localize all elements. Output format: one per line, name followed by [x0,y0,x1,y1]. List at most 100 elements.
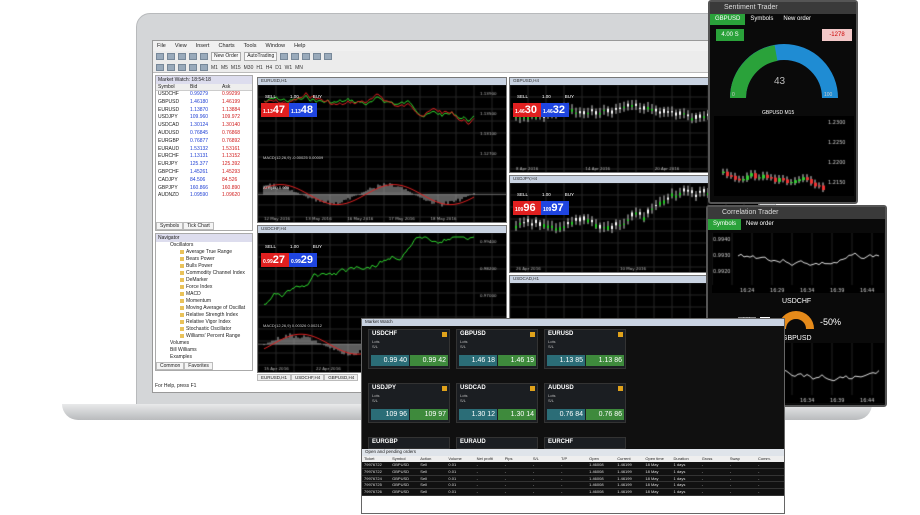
terminal-icon[interactable] [200,53,208,60]
tab-symbols[interactable]: Symbols [156,222,184,230]
tf-m30[interactable]: M30 [244,65,254,71]
menu-view[interactable]: View [175,43,187,49]
tf-m15[interactable]: M15 [231,65,241,71]
order-row[interactable]: 79976724 GBPUSD Sell 0.01 - - - - 1.46008 1.46199… [362,475,784,483]
tf-m5[interactable]: M5 [221,65,228,71]
sell-button[interactable]: 0.9927 [261,253,289,267]
sell-button[interactable]: 1.4630 [513,103,541,117]
buy-quote-button[interactable]: 1.30 14 [498,409,536,420]
quote-tile[interactable]: GBPUSD Lots S/L 1.46 18 1.46 19 [456,329,538,369]
sentiment-chart[interactable] [714,116,854,196]
tab-new-order[interactable]: New order [741,219,779,230]
zoom-out-icon[interactable] [324,53,333,60]
col-bid[interactable]: Bid [188,84,220,90]
tab-symbols[interactable]: Symbols [708,219,742,230]
menu-window[interactable]: Window [266,43,286,49]
market-watch-row[interactable]: GBPCHF 1.45261 1.45293 [156,169,252,177]
sell-quote-button[interactable]: 0.99 40 [371,355,409,366]
navigator-group[interactable]: Examples [156,354,252,361]
navigator-indicator[interactable]: Moving Average of Oscillat [156,305,252,312]
tab-favorites[interactable]: Favorites [184,362,213,370]
market-watch-row[interactable]: GBPJPY 160.866 160.890 [156,185,252,193]
navigator-indicator[interactable]: Bears Power [156,256,252,263]
navigator-indicator[interactable]: Average True Range [156,249,252,256]
pin-icon[interactable] [618,332,623,337]
lot-value[interactable]: 1.00 [542,94,551,99]
buy-button[interactable]: 1.1348 [289,103,317,117]
pin-icon[interactable] [530,386,535,391]
quote-tile[interactable]: EURAUD [456,437,538,449]
autotrading-button[interactable]: AutoTrading [244,52,278,61]
chart-tab-eurusd[interactable]: EURUSD,H1 [257,374,292,381]
tab-symbols[interactable]: Symbols [745,14,778,25]
market-watch-row[interactable]: GBPUSD 1.46180 1.46199 [156,99,252,107]
market-watch-row[interactable]: AUDNZD 1.09590 1.09620 [156,192,252,200]
navigator-indicator[interactable]: MACD [156,291,252,298]
menu-insert[interactable]: Insert [196,43,210,49]
tab-new-order[interactable]: New order [778,14,816,25]
pin-icon[interactable] [618,386,623,391]
navigator-indicator[interactable]: Relative Vigor Index [156,319,252,326]
quote-tile[interactable]: USDCAD Lots S/L 1.30 12 1.30 14 [456,383,538,423]
order-row[interactable]: 79976722 GBPUSD Sell 0.01 - - - - 1.46008 1.46199… [362,462,784,469]
market-watch-row[interactable]: AUDUSD 0.76845 0.76868 [156,130,252,138]
col-symbol[interactable]: Symbol [156,84,188,90]
pin-icon[interactable] [442,386,447,391]
menu-tools[interactable]: Tools [244,43,257,49]
navigator-indicator[interactable]: Stochastic Oscillator [156,326,252,333]
navigator-indicator[interactable]: Bulls Power [156,263,252,270]
tf-h1[interactable]: H1 [256,65,262,71]
navigator-indicator[interactable]: Williams' Percent Range [156,333,252,340]
buy-quote-button[interactable]: 0.76 86 [586,409,624,420]
tab-common[interactable]: Common [156,362,185,370]
navigator-group[interactable]: Volumes [156,340,252,347]
market-watch-row[interactable]: EURJPY 125.377 125.392 [156,161,252,169]
horizontal-line-icon[interactable] [189,64,197,71]
menu-file[interactable]: File [157,43,166,49]
order-row[interactable]: 79976726 GBPUSD Sell 0.01 - - - - 1.46008 1.46199… [362,489,784,496]
vertical-line-icon[interactable] [178,64,186,71]
navigator-indicator[interactable]: Relative Strength Index [156,312,252,319]
navigator-icon[interactable] [189,53,197,60]
market-watch-row[interactable]: EURAUD 1.53132 1.53161 [156,146,252,154]
sell-button[interactable]: 1.1347 [261,103,289,117]
tf-mn[interactable]: MN [295,65,303,71]
tab-tick-chart[interactable]: Tick Chart [183,222,214,230]
pin-icon[interactable] [530,332,535,337]
navigator-indicator[interactable]: Commodity Channel Index [156,270,252,277]
tf-w1[interactable]: W1 [285,65,293,71]
buy-button[interactable]: 10997 [541,201,569,215]
navigator-indicator[interactable]: Momentum [156,298,252,305]
symbol-selector[interactable]: GBPUSD [710,14,746,25]
correlation-chart-top[interactable] [712,233,884,293]
cursor-icon[interactable] [156,64,164,71]
quote-tile[interactable]: AUDUSD Lots S/L 0.76 84 0.76 86 [544,383,626,423]
crosshair-icon[interactable] [167,64,175,71]
market-watch-row[interactable]: EURUSD 1.13870 1.13884 [156,107,252,115]
market-watch-icon[interactable] [178,53,186,60]
market-watch-row[interactable]: USDCHF 0.99279 0.99299 [156,91,252,99]
chart-tab-usdchf[interactable]: USDCHF,H4 [291,374,325,381]
buy-quote-button[interactable]: 0.99 42 [410,355,448,366]
lot-value[interactable]: 1.00 [290,94,299,99]
line-chart-icon[interactable] [302,53,311,60]
buy-button[interactable]: 1.4632 [541,103,569,117]
navigator-group[interactable]: Bill Williams [156,347,252,354]
buy-button[interactable]: 0.9929 [289,253,317,267]
market-watch-row[interactable]: CADJPY 84.506 84.526 [156,177,252,185]
market-watch-row[interactable]: EURCHF 1.13131 1.13152 [156,153,252,161]
tf-d1[interactable]: D1 [275,65,281,71]
market-watch-row[interactable]: USDJPY 109.960 109.972 [156,114,252,122]
quote-tile[interactable]: EURCHF [544,437,626,449]
new-order-button[interactable]: New Order [211,52,242,61]
quote-tile[interactable]: EURUSD Lots S/L 1.13 85 1.13 86 [544,329,626,369]
new-chart-icon[interactable] [156,53,164,60]
sell-quote-button[interactable]: 1.30 12 [459,409,497,420]
order-row[interactable]: 79976722 GBPUSD Sell 0.01 - - - - 1.46008 1.46199… [362,468,784,476]
trendline-icon[interactable] [200,64,208,71]
quote-tile[interactable]: EURGBP [368,437,450,449]
profiles-icon[interactable] [167,53,175,60]
zoom-in-icon[interactable] [313,53,322,60]
pin-icon[interactable] [442,332,447,337]
buy-quote-button[interactable]: 1.46 19 [498,355,536,366]
